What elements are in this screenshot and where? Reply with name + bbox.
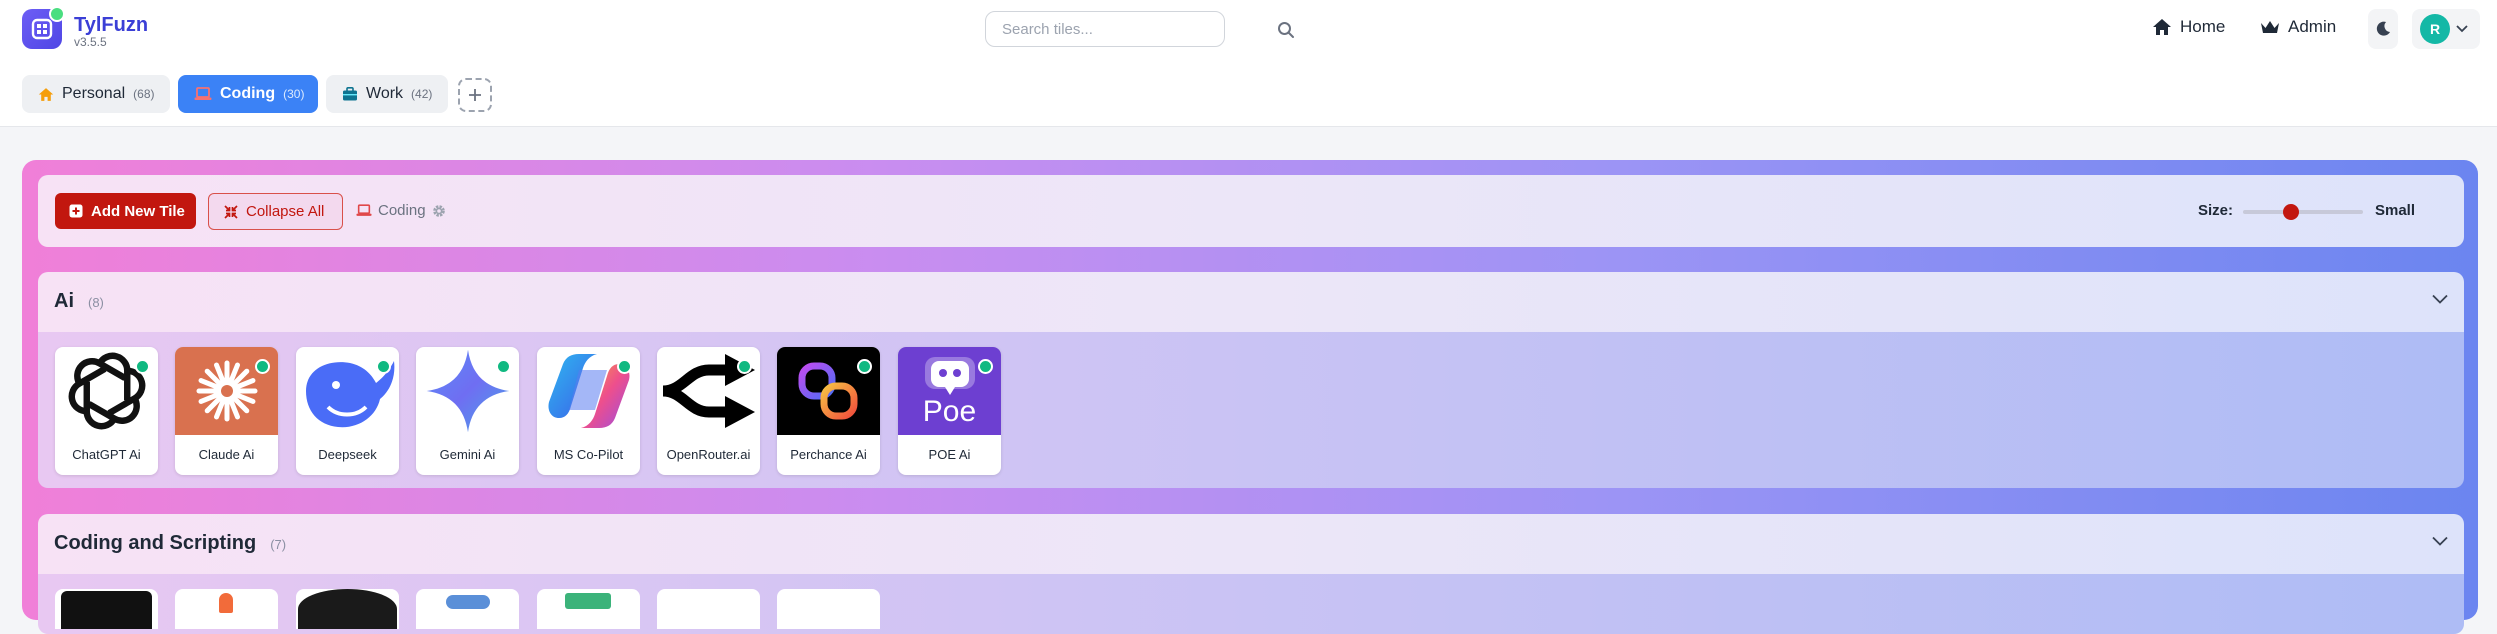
gear-icon[interactable]: [432, 204, 446, 218]
nav-home-label: Home: [2180, 17, 2226, 36]
board-tabs: Personal (68) Coding (30) Work (42): [0, 60, 2497, 127]
tile-label: POE Ai: [928, 447, 971, 462]
tile-partial[interactable]: [175, 589, 278, 629]
tile-label: ChatGPT Ai: [72, 447, 141, 462]
online-status-dot: [617, 359, 632, 374]
tile-partial[interactable]: [416, 589, 519, 629]
tab-label: Personal: [62, 85, 126, 102]
group-title: Coding and Scripting (7): [54, 532, 286, 555]
online-status-dot: [978, 359, 993, 374]
app-version: v3.5.5: [74, 35, 107, 49]
plus-square-icon: [69, 204, 83, 218]
size-label: Size:: [2198, 202, 2234, 219]
add-board-button[interactable]: [458, 78, 492, 112]
chevron-down-icon: [2456, 25, 2468, 33]
nav-admin-link[interactable]: Admin: [2260, 17, 2336, 37]
group-header-coding-and-scripting[interactable]: Coding and Scripting (7): [38, 514, 2464, 574]
size-slider[interactable]: [2243, 204, 2363, 220]
online-status-dot: [135, 359, 150, 374]
user-menu-button[interactable]: R: [2412, 9, 2480, 49]
tile-label: Claude Ai: [198, 447, 255, 462]
tile-partial[interactable]: [55, 589, 158, 629]
online-status-dot: [376, 359, 391, 374]
search-input[interactable]: [985, 11, 1225, 47]
tab-coding[interactable]: Coding (30): [178, 75, 318, 113]
tile-poe[interactable]: Poe POE Ai: [898, 347, 1001, 475]
moon-icon: [2375, 21, 2391, 37]
tile-partial[interactable]: [537, 589, 640, 629]
nav-home-link[interactable]: Home: [2152, 17, 2225, 37]
app-logo[interactable]: [22, 6, 65, 49]
tile-partial[interactable]: [296, 589, 399, 629]
plus-icon: [468, 88, 482, 102]
board-name: Coding: [378, 202, 426, 219]
add-tile-label: Add New Tile: [91, 202, 185, 220]
tile-label: Gemini Ai: [439, 447, 496, 462]
search-icon: [1277, 21, 1295, 39]
group-count: (7): [270, 537, 287, 552]
tile-claude[interactable]: Claude Ai: [175, 347, 278, 475]
theme-toggle-button[interactable]: [2368, 9, 2398, 49]
tab-count: (68): [133, 87, 155, 101]
crown-icon: [2260, 19, 2280, 35]
size-slider-thumb[interactable]: [2283, 204, 2299, 220]
nav-admin-label: Admin: [2288, 17, 2337, 36]
top-header: TylFuzn v3.5.5 Home Admin R: [0, 0, 2497, 60]
current-board-label: Coding: [356, 202, 446, 219]
logo-status-dot: [49, 6, 65, 22]
size-value: Small: [2375, 202, 2416, 219]
collapse-all-button[interactable]: Collapse All: [208, 193, 343, 230]
tile-partial[interactable]: [657, 589, 760, 629]
tile-label: Perchance Ai: [790, 447, 867, 462]
avatar: R: [2420, 14, 2450, 44]
online-status-dot: [496, 359, 511, 374]
grid-icon: [31, 18, 53, 40]
laptop-icon: [356, 204, 372, 217]
compress-icon: [224, 204, 238, 219]
chevron-down-icon[interactable]: [2432, 294, 2448, 304]
tab-personal[interactable]: Personal (68): [22, 75, 170, 113]
home-icon: [38, 87, 54, 102]
collapse-all-label: Collapse All: [246, 203, 325, 220]
app-title[interactable]: TylFuzn: [74, 14, 148, 37]
group-count: (8): [88, 295, 104, 310]
tile-partial[interactable]: [777, 589, 880, 629]
home-icon: [2152, 18, 2172, 36]
tile-label: OpenRouter.ai: [666, 447, 751, 462]
group-name: Coding and Scripting: [54, 532, 257, 554]
group-title: Ai (8): [54, 290, 104, 313]
poe-logo-text: Poe: [922, 395, 977, 428]
tile-chatgpt[interactable]: ChatGPT Ai: [55, 347, 158, 475]
search-button[interactable]: [1274, 18, 1298, 42]
laptop-icon: [194, 87, 212, 101]
online-status-dot: [255, 359, 270, 374]
tab-label: Coding: [220, 85, 276, 102]
online-status-dot: [857, 359, 872, 374]
group-header-ai[interactable]: Ai (8): [38, 272, 2464, 332]
group-body-ai: ChatGPT Ai Claude Ai Deepseek Gemini Ai …: [38, 332, 2464, 488]
tab-count: (42): [411, 87, 433, 101]
group-body-coding-and-scripting: [38, 574, 2464, 634]
tile-gemini[interactable]: Gemini Ai: [416, 347, 519, 475]
tab-work[interactable]: Work (42): [326, 75, 448, 113]
online-status-dot: [737, 359, 752, 374]
group-name: Ai: [54, 290, 74, 312]
tab-label: Work: [366, 85, 404, 102]
tab-count: (30): [283, 87, 305, 101]
briefcase-icon: [342, 87, 358, 101]
tile-label: Deepseek: [318, 447, 377, 462]
chevron-down-icon[interactable]: [2432, 536, 2448, 546]
tile-deepseek[interactable]: Deepseek: [296, 347, 399, 475]
tile-openrouter[interactable]: OpenRouter.ai: [657, 347, 760, 475]
tile-label: MS Co-Pilot: [553, 447, 624, 462]
tile-perchance[interactable]: Perchance Ai: [777, 347, 880, 475]
add-tile-button[interactable]: Add New Tile: [55, 193, 196, 229]
tile-ms-copilot[interactable]: MS Co-Pilot: [537, 347, 640, 475]
